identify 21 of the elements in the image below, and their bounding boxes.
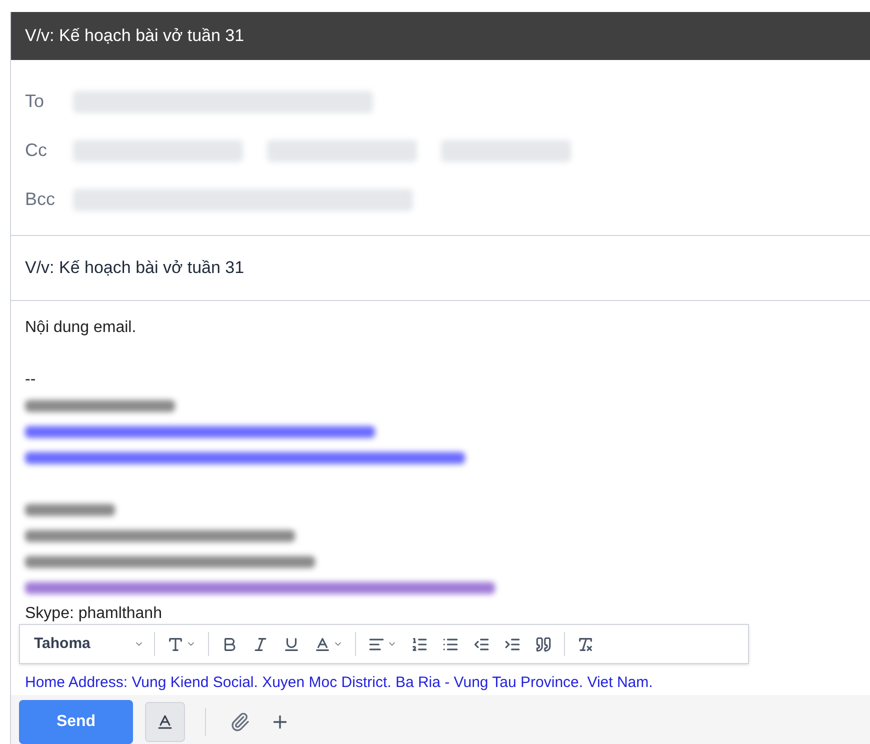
underline-icon [283, 636, 300, 652]
numbered-list-icon [411, 636, 428, 652]
body-text: Nội dung email. [25, 319, 136, 336]
body-text: -- [25, 371, 36, 388]
send-button[interactable]: Send [19, 700, 133, 744]
paperclip-icon [230, 712, 250, 732]
font-dropdown[interactable]: Tahoma [28, 632, 148, 656]
formatting-toggle-button[interactable] [145, 702, 185, 742]
recipient-label: Cc [24, 139, 48, 162]
subject-field[interactable]: V/v: Kế hoạch bài vở tuần 31 [25, 255, 856, 281]
text-format-icon [156, 713, 174, 731]
remove-formatting-icon [577, 636, 594, 652]
window-title: V/v: Kế hoạch bài vở tuần 31 [25, 25, 244, 48]
italic-icon [252, 636, 269, 652]
body-text: Skype: phamlthanh [25, 605, 162, 622]
quote-icon [535, 636, 552, 652]
recipient-label: To [24, 90, 46, 113]
text-color-icon [314, 636, 331, 652]
body-text: Home Address: Vung Kiend Social. Xuyen Moc District. Ba Ria - Vung Tau Province. Viet Nam. [25, 674, 653, 691]
recipient-label: Bcc [24, 188, 56, 211]
text-size-icon [167, 636, 184, 652]
